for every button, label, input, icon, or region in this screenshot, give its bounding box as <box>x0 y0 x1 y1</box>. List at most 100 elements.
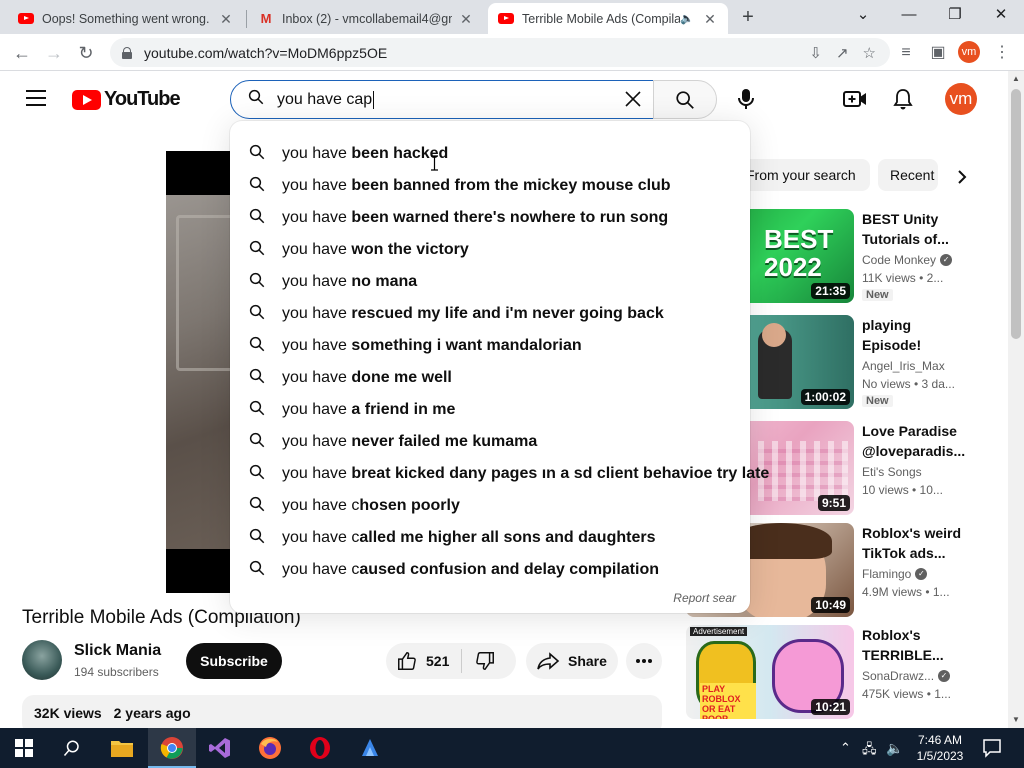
video-title[interactable]: Roblox's weird TikTok ads... <box>862 523 962 563</box>
notification-center-icon[interactable] <box>982 738 1002 758</box>
recommendation-item[interactable]: Advertisement PLAY ROBLOX OR EAT POOP...… <box>686 625 1002 721</box>
page-scrollbar[interactable]: ▲ ▼ <box>1008 71 1024 728</box>
suggestion-completion: hosen poorly <box>359 497 460 514</box>
search-suggestion[interactable]: you have done me well <box>230 362 750 394</box>
more-actions-icon[interactable] <box>626 643 662 679</box>
opera-icon[interactable] <box>296 728 344 768</box>
clock-time: 7:46 AM <box>917 733 963 747</box>
reload-button[interactable]: ↻ <box>72 39 100 67</box>
search-suggestion[interactable]: you have c aused confusion and delay comp… <box>230 554 750 586</box>
dislike-button[interactable] <box>474 650 496 672</box>
chrome-icon[interactable] <box>148 728 196 768</box>
scroll-up-arrow-icon[interactable]: ▲ <box>1008 71 1024 87</box>
suggestion-typed-text: you have <box>282 401 352 418</box>
close-icon[interactable]: ✕ <box>702 11 718 27</box>
hamburger-menu-icon[interactable] <box>26 90 46 106</box>
subscribe-button[interactable]: Subscribe <box>186 643 282 679</box>
search-suggestion[interactable]: you have been warned there's nowhere to … <box>230 202 750 234</box>
user-avatar[interactable]: vm <box>945 83 977 115</box>
thumbs-down-icon <box>476 652 495 670</box>
suggestion-completion: won the victory <box>351 241 469 258</box>
search-suggestion[interactable]: you have c alled me higher all sons and d… <box>230 522 750 554</box>
address-bar[interactable]: youtube.com/watch?v=MoDM6ppz5OE ⇩ ↗ ☆ <box>110 38 890 67</box>
system-clock[interactable]: 7:46 AM 1/5/2023 <box>912 732 968 764</box>
tab-terrible-mobile-ads[interactable]: Terrible Mobile Ads (Compila 🔈 ✕ <box>488 3 728 34</box>
channel-name[interactable]: Slick Mania <box>74 642 161 660</box>
menu-icon[interactable]: ⋮ <box>988 39 1016 67</box>
channel-name[interactable]: SonaDrawz... ✓ <box>862 669 951 683</box>
search-suggestion[interactable]: you have been banned from the mickey mou… <box>230 170 750 202</box>
video-title[interactable]: playing Episode! <box>862 315 962 355</box>
media-control-icon[interactable]: ≡ <box>892 39 920 67</box>
back-button[interactable]: ← <box>8 39 36 67</box>
tab-search-icon[interactable]: ⌄ <box>840 0 886 30</box>
file-explorer-icon[interactable] <box>98 728 146 768</box>
channel-avatar[interactable] <box>22 640 62 680</box>
scroll-down-arrow-icon[interactable]: ▼ <box>1008 712 1024 728</box>
clear-search-icon[interactable] <box>621 87 645 111</box>
channel-name[interactable]: Code Monkey ✓ <box>862 253 953 267</box>
lock-icon[interactable] <box>122 46 132 59</box>
profile-avatar[interactable]: vm <box>958 41 980 63</box>
taskbar-search-icon[interactable] <box>48 728 96 768</box>
search-button[interactable] <box>653 80 717 119</box>
search-suggestion[interactable]: you have no mana <box>230 266 750 298</box>
search-suggestion[interactable]: you have won the victory <box>230 234 750 266</box>
chip-from-your-search[interactable]: From your search <box>736 159 870 191</box>
report-search-predictions-link[interactable]: Report sear <box>673 591 736 605</box>
search-suggestion[interactable]: you have never failed me kumama <box>230 426 750 458</box>
restore-button[interactable]: ❐ <box>932 0 978 30</box>
close-icon[interactable]: ✕ <box>218 11 234 27</box>
show-hidden-icons-icon[interactable]: ⌃ <box>840 740 851 756</box>
video-title[interactable]: BEST Unity Tutorials of... <box>862 209 962 249</box>
visual-studio-icon[interactable] <box>196 728 244 768</box>
volume-icon[interactable]: 🔈 <box>886 740 903 757</box>
chevron-right-icon[interactable] <box>950 165 974 189</box>
video-duration: 9:51 <box>817 495 850 511</box>
suggestion-typed-text: you have <box>282 305 352 322</box>
bookmark-star-icon[interactable]: ☆ <box>863 44 876 62</box>
speaker-icon[interactable]: 🔈 <box>680 12 696 25</box>
chip-recent[interactable]: Recent <box>878 159 938 191</box>
search-suggestion[interactable]: you have a friend in me <box>230 394 750 426</box>
notifications-bell-icon[interactable] <box>891 87 915 111</box>
microphone-icon[interactable] <box>730 82 762 116</box>
scrollbar-thumb[interactable] <box>1011 89 1021 339</box>
view-count: 32K views <box>34 705 102 721</box>
search-suggestion[interactable]: you have breat kicked dany pages ın a sd… <box>230 458 769 490</box>
search-suggestion[interactable]: you have c hosen poorly <box>230 490 750 522</box>
create-video-icon[interactable] <box>843 87 867 111</box>
youtube-logo[interactable]: YouTube <box>72 88 181 111</box>
forward-button[interactable]: → <box>40 39 68 67</box>
close-window-button[interactable]: ✕ <box>978 0 1024 30</box>
firefox-icon[interactable] <box>246 728 294 768</box>
suggestion-typed-text: you have <box>282 177 352 194</box>
channel-name[interactable]: Angel_Iris_Max <box>862 359 945 373</box>
share-button[interactable]: Share <box>526 643 618 679</box>
search-suggestion[interactable]: you have rescued my life and i'm never g… <box>230 298 750 330</box>
search-suggestion[interactable]: you have something i want mandalorian <box>230 330 750 362</box>
close-icon[interactable]: ✕ <box>458 11 474 27</box>
tab-oops[interactable]: Oops! Something went wrong. - ✕ <box>8 3 244 34</box>
app-icon[interactable] <box>346 728 394 768</box>
side-panel-icon[interactable]: ▣ <box>924 39 952 67</box>
new-badge: New <box>862 395 893 407</box>
channel-name[interactable]: Eti's Songs <box>862 465 922 479</box>
video-title[interactable]: Love Paradise @loveparadis... <box>862 421 965 461</box>
install-icon[interactable]: ⇩ <box>809 44 822 62</box>
network-icon[interactable]: 🖧 <box>862 740 877 762</box>
verified-icon: ✓ <box>938 670 951 682</box>
description-box[interactable]: 32K views 2 years ago <box>22 695 662 728</box>
windows-start-icon[interactable] <box>0 728 48 768</box>
search-suggestion[interactable]: you have been hacked <box>230 138 750 170</box>
share-icon[interactable]: ↗ <box>836 44 849 62</box>
minimize-button[interactable]: — <box>886 0 932 30</box>
channel-name[interactable]: Flamingo ✓ <box>862 567 928 581</box>
tab-gmail[interactable]: M Inbox (2) - vmcollabemail4@gma ✕ <box>248 3 484 34</box>
like-button[interactable]: 521 <box>396 650 449 672</box>
new-tab-button[interactable]: + <box>736 6 760 30</box>
video-thumbnail[interactable]: Advertisement PLAY ROBLOX OR EAT POOP...… <box>686 625 854 719</box>
search-input[interactable]: you have cap <box>230 80 654 119</box>
tab-title: Oops! Something went wrong. - <box>42 11 212 26</box>
video-title[interactable]: Roblox's TERRIBLE... <box>862 625 962 665</box>
